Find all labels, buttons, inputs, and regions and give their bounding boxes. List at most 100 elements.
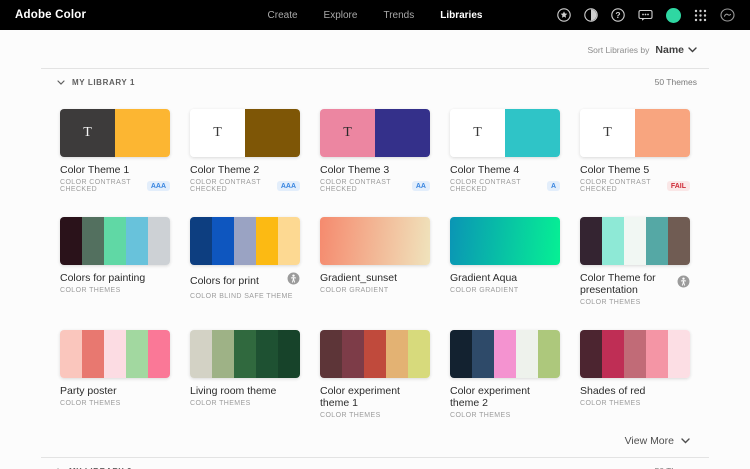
chevron-down-icon [681, 438, 690, 444]
color-swatch [375, 109, 430, 157]
library-1-toggle[interactable]: MY LIBRARY 1 [57, 78, 135, 87]
color-swatch [278, 330, 300, 378]
theme-swatches[interactable] [450, 217, 560, 265]
library-2-header: MY LIBRARY 2 50 Themes [41, 457, 709, 469]
nav-libraries[interactable]: Libraries [440, 10, 482, 21]
contrast-badge: FAIL [666, 181, 690, 191]
color-swatch [190, 217, 212, 265]
theme-title[interactable]: Color experiment theme 1 [320, 385, 430, 409]
theme-title[interactable]: Party poster [60, 385, 117, 397]
theme-title[interactable]: Living room theme [190, 385, 276, 397]
contrast-sample-letter: T [603, 125, 612, 140]
color-swatch [668, 330, 690, 378]
nav-create[interactable]: Create [268, 10, 298, 21]
theme-card[interactable]: Gradient_sunset COLOR GRADIENT [320, 217, 430, 306]
gradient-swatch [320, 217, 430, 265]
top-bar: Adobe Color Create Explore Trends Librar… [0, 0, 750, 30]
apps-grid-icon[interactable] [694, 9, 707, 22]
view-more-button[interactable]: View More [625, 435, 690, 447]
color-swatch [60, 217, 82, 265]
sort-dropdown[interactable]: Name [655, 44, 697, 56]
color-swatch: T [450, 109, 505, 157]
theme-card[interactable]: T Color Theme 3 COLOR CONTRAST CHECKED AA [320, 109, 430, 193]
main-content: Sort Libraries by Name MY LIBRARY 1 50 T… [0, 30, 750, 469]
color-swatch [256, 330, 278, 378]
header-icons: ? [557, 7, 735, 23]
theme-card[interactable]: Party poster COLOR THEMES [60, 330, 170, 419]
nav-explore[interactable]: Explore [324, 10, 358, 21]
theme-title[interactable]: Color Theme 5 [580, 164, 649, 176]
theme-title[interactable]: Color Theme 4 [450, 164, 519, 176]
color-swatch [82, 330, 104, 378]
theme-card[interactable]: Color experiment theme 1 COLOR THEMES [320, 330, 430, 419]
feedback-icon[interactable] [638, 8, 653, 22]
creative-cloud-icon[interactable] [720, 8, 735, 22]
theme-title[interactable]: Shades of red [580, 385, 645, 397]
library-1-header: MY LIBRARY 1 50 Themes [41, 68, 709, 93]
theme-title[interactable]: Gradient_sunset [320, 272, 397, 284]
theme-card[interactable]: T Color Theme 4 COLOR CONTRAST CHECKED A [450, 109, 560, 193]
color-swatch [538, 330, 560, 378]
accessibility-icon [677, 275, 690, 293]
theme-title[interactable]: Color experiment theme 2 [450, 385, 560, 409]
view-more-row: View More [41, 419, 709, 447]
theme-card[interactable]: Colors for painting COLOR THEMES [60, 217, 170, 306]
theme-subtitle: COLOR CONTRAST CHECKED [450, 179, 521, 193]
theme-subtitle: COLOR THEMES [450, 412, 511, 419]
library-1-name: MY LIBRARY 1 [72, 78, 136, 87]
theme-swatches[interactable]: T [320, 109, 430, 157]
theme-card[interactable]: Colors for print COLOR BLIND SAFE THEME [190, 217, 300, 306]
app-logo[interactable]: Adobe Color [15, 9, 86, 21]
theme-subtitle: COLOR THEMES [580, 299, 641, 306]
themes-grid: T Color Theme 1 COLOR CONTRAST CHECKED AAA T… [41, 93, 709, 419]
color-swatch [472, 330, 494, 378]
user-avatar[interactable] [666, 7, 681, 23]
theme-subtitle: COLOR THEMES [60, 400, 121, 407]
theme-swatches[interactable]: T [60, 109, 170, 157]
view-more-label: View More [624, 435, 674, 447]
theme-card[interactable]: Gradient Aqua COLOR GRADIENT [450, 217, 560, 306]
color-swatch [494, 330, 516, 378]
color-swatch [104, 217, 126, 265]
theme-swatches[interactable] [190, 217, 300, 265]
theme-title[interactable]: Color Theme 3 [320, 164, 389, 176]
theme-card[interactable]: Shades of red COLOR THEMES [580, 330, 690, 419]
theme-swatches[interactable] [580, 330, 690, 378]
color-swatch [668, 217, 690, 265]
nav-trends[interactable]: Trends [383, 10, 414, 21]
theme-swatches[interactable] [60, 330, 170, 378]
theme-swatches[interactable]: T [190, 109, 300, 157]
theme-swatches[interactable]: T [580, 109, 690, 157]
color-swatch [104, 330, 126, 378]
theme-card[interactable]: Living room theme COLOR THEMES [190, 330, 300, 419]
theme-card[interactable]: T Color Theme 1 COLOR CONTRAST CHECKED AAA [60, 109, 170, 193]
theme-card[interactable]: T Color Theme 2 COLOR CONTRAST CHECKED AAA [190, 109, 300, 193]
theme-swatches[interactable]: T [450, 109, 560, 157]
theme-swatches[interactable] [320, 217, 430, 265]
theme-subtitle: COLOR THEMES [190, 400, 251, 407]
contrast-icon[interactable] [584, 8, 598, 22]
theme-swatches[interactable] [450, 330, 560, 378]
theme-swatches[interactable] [580, 217, 690, 265]
color-swatch [646, 330, 668, 378]
help-icon[interactable]: ? [611, 8, 625, 22]
color-swatch [580, 330, 602, 378]
theme-swatches[interactable] [320, 330, 430, 378]
theme-title[interactable]: Color Theme for presentation [580, 272, 677, 296]
color-swatch [635, 109, 690, 157]
theme-title[interactable]: Colors for print [190, 275, 259, 287]
color-swatch [602, 330, 624, 378]
accessibility-icon [287, 272, 300, 290]
theme-swatches[interactable] [60, 217, 170, 265]
theme-title[interactable]: Color Theme 1 [60, 164, 129, 176]
theme-swatches[interactable] [190, 330, 300, 378]
color-swatch [212, 217, 234, 265]
theme-card[interactable]: Color experiment theme 2 COLOR THEMES [450, 330, 560, 419]
star-badge-icon[interactable] [557, 8, 571, 22]
theme-title[interactable]: Colors for painting [60, 272, 145, 284]
gradient-swatch [450, 217, 560, 265]
theme-title[interactable]: Gradient Aqua [450, 272, 517, 284]
theme-card[interactable]: T Color Theme 5 COLOR CONTRAST CHECKED FAIL [580, 109, 690, 193]
theme-title[interactable]: Color Theme 2 [190, 164, 259, 176]
theme-card[interactable]: Color Theme for presentation COLOR THEMES [580, 217, 690, 306]
